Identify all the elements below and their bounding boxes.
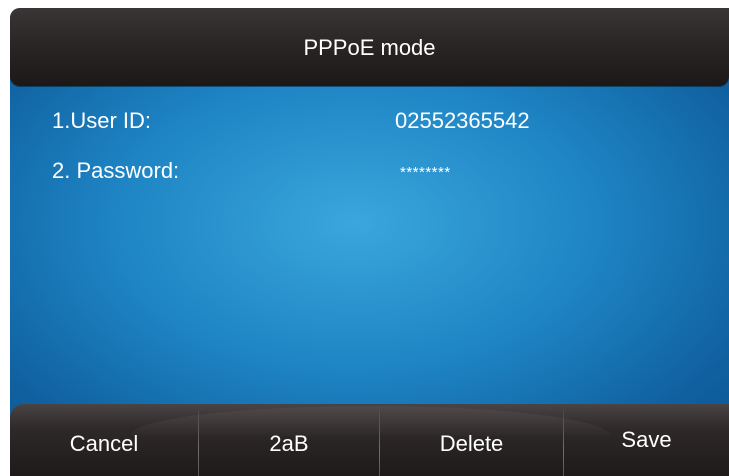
user-id-label: 1.User ID: [52,108,152,133]
password-field[interactable]: ******** [400,158,454,186]
save-button[interactable]: Save [564,404,729,476]
delete-button[interactable]: Delete [380,404,563,476]
cancel-button[interactable]: Cancel [10,404,198,476]
user-id-field[interactable]: 02552365542 [395,108,530,134]
input-mode-button[interactable]: 2aB [199,404,379,476]
password-masked-value: ******** [400,164,451,181]
page-title: PPPoE mode [303,35,436,60]
phone-screen: PPPoE mode 1.User ID: 02552365542 2. Pas… [10,8,729,476]
text-cursor [452,158,454,185]
password-label: 2. Password: [52,158,180,183]
